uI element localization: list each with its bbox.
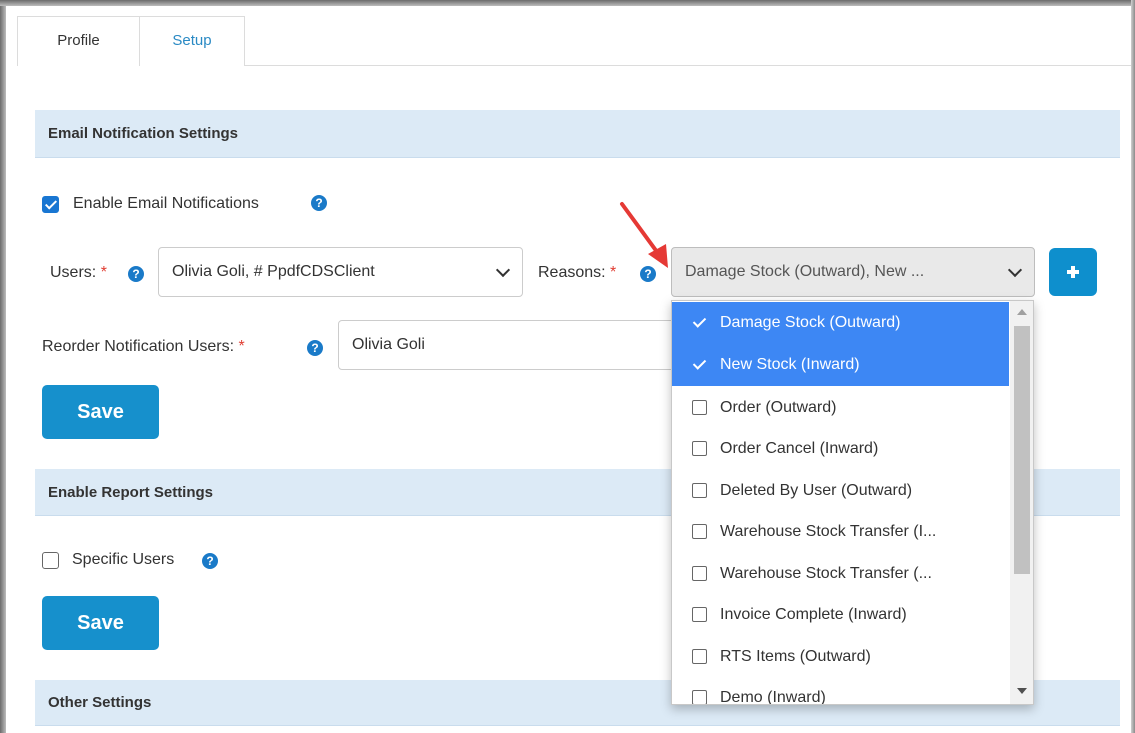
scroll-up-arrow-icon[interactable] bbox=[1017, 309, 1027, 315]
save-button[interactable]: Save bbox=[42, 385, 159, 439]
checkbox-icon bbox=[692, 441, 707, 456]
checkbox-icon bbox=[692, 524, 707, 539]
scrollbar-thumb[interactable] bbox=[1014, 326, 1030, 574]
users-select-value: Olivia Goli, # PpdfCDSClient bbox=[172, 263, 375, 280]
checkbox-icon bbox=[692, 483, 707, 498]
list-item-label: New Stock (Inward) bbox=[720, 356, 860, 373]
users-label-text: Users: bbox=[50, 264, 97, 281]
help-icon[interactable]: ? bbox=[307, 340, 323, 356]
tab-setup[interactable]: Setup bbox=[140, 16, 245, 66]
list-item[interactable]: Order (Outward) bbox=[672, 387, 1009, 429]
checkbox-icon bbox=[692, 690, 707, 704]
list-item-label: Demo (Inward) bbox=[720, 689, 826, 705]
add-reason-button[interactable] bbox=[1049, 248, 1097, 296]
users-select[interactable]: Olivia Goli, # PpdfCDSClient bbox=[158, 247, 523, 297]
list-item[interactable]: Deleted By User (Outward) bbox=[672, 470, 1009, 512]
reasons-select-value: Damage Stock (Outward), New ... bbox=[685, 263, 925, 280]
window-border-right bbox=[1131, 0, 1135, 733]
list-item-label: Invoice Complete (Inward) bbox=[720, 606, 907, 623]
dropdown-scrollbar[interactable] bbox=[1010, 301, 1033, 704]
enable-email-notifications-checkbox[interactable] bbox=[42, 196, 59, 213]
tab-bar: Profile Setup bbox=[17, 16, 1131, 66]
specific-users-label: Specific Users bbox=[72, 551, 175, 568]
checkbox-checked-icon bbox=[692, 357, 707, 372]
reorder-notification-users-select[interactable]: Olivia Goli bbox=[338, 320, 698, 370]
reorder-label-text: Reorder Notification Users: bbox=[42, 338, 235, 355]
chevron-down-icon bbox=[495, 262, 511, 278]
list-item-label: Warehouse Stock Transfer (I... bbox=[720, 523, 937, 540]
list-item-label: Order (Outward) bbox=[720, 399, 837, 416]
list-item-label: RTS Items (Outward) bbox=[720, 648, 871, 665]
list-item[interactable]: RTS Items (Outward) bbox=[672, 636, 1009, 678]
annotation-arrow-icon bbox=[620, 202, 668, 268]
reorder-notification-users-label: Reorder Notification Users: * bbox=[42, 338, 245, 356]
list-item[interactable]: Order Cancel (Inward) bbox=[672, 428, 1009, 470]
reorder-select-value: Olivia Goli bbox=[352, 336, 425, 353]
list-item-label: Deleted By User (Outward) bbox=[720, 482, 913, 499]
tab-profile[interactable]: Profile bbox=[17, 16, 140, 66]
window-border-top bbox=[0, 0, 1135, 6]
list-item[interactable]: Damage Stock (Outward) bbox=[672, 302, 1009, 344]
list-item-label: Damage Stock (Outward) bbox=[720, 314, 901, 331]
list-item[interactable]: Warehouse Stock Transfer (I... bbox=[672, 511, 1009, 553]
help-icon[interactable]: ? bbox=[202, 553, 218, 569]
save-button[interactable]: Save bbox=[42, 596, 159, 650]
reasons-label: Reasons: * bbox=[538, 264, 616, 282]
email-notification-settings-header: Email Notification Settings bbox=[35, 110, 1120, 158]
enable-email-notifications-label: Enable Email Notifications bbox=[73, 195, 259, 212]
required-asterisk: * bbox=[100, 264, 107, 281]
reasons-select[interactable]: Damage Stock (Outward), New ... bbox=[671, 247, 1035, 297]
list-item[interactable]: Demo (Inward) bbox=[672, 677, 1009, 705]
checkbox-icon bbox=[692, 400, 707, 415]
specific-users-checkbox[interactable] bbox=[42, 552, 59, 569]
window-border-left bbox=[0, 0, 6, 733]
list-item-label: Order Cancel (Inward) bbox=[720, 440, 879, 457]
list-item[interactable]: New Stock (Inward) bbox=[672, 344, 1009, 386]
help-icon[interactable]: ? bbox=[128, 266, 144, 282]
checkbox-icon bbox=[692, 607, 707, 622]
reasons-label-text: Reasons: bbox=[538, 264, 606, 281]
list-item[interactable]: Invoice Complete (Inward) bbox=[672, 594, 1009, 636]
checkbox-icon bbox=[692, 566, 707, 581]
checkbox-checked-icon bbox=[692, 315, 707, 330]
required-asterisk: * bbox=[238, 338, 245, 355]
scroll-down-arrow-icon[interactable] bbox=[1017, 688, 1027, 694]
list-item-label: Warehouse Stock Transfer (... bbox=[720, 565, 932, 582]
list-item[interactable]: Warehouse Stock Transfer (... bbox=[672, 553, 1009, 595]
help-icon[interactable]: ? bbox=[311, 195, 327, 211]
reasons-dropdown-list: Damage Stock (Outward) New Stock (Inward… bbox=[671, 300, 1034, 705]
settings-panel: Profile Setup Email Notification Setting… bbox=[0, 0, 1135, 733]
users-label: Users: * bbox=[50, 264, 107, 282]
chevron-down-icon bbox=[1007, 262, 1023, 278]
checkbox-icon bbox=[692, 649, 707, 664]
